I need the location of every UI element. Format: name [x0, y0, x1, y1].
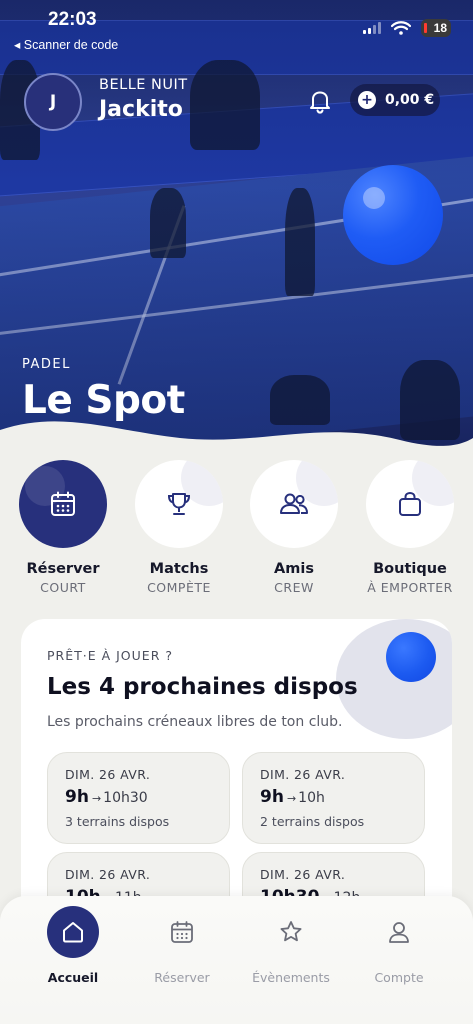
arrow-right-icon: →: [286, 792, 297, 805]
status-time: 22:03: [48, 9, 97, 30]
slot-courts: 2 terrains dispos: [260, 814, 365, 829]
padel-ball-graphic: [343, 165, 443, 265]
home-icon: [63, 922, 83, 943]
padel-ball-graphic: [386, 632, 436, 682]
wallet-balance-button[interactable]: + 0,00 €: [350, 84, 440, 116]
action-title: Amis: [274, 561, 314, 577]
slot-card[interactable]: DIM. 26 AVR. 9h → 10h 2 terrains dispos: [242, 752, 425, 844]
nav-icon-wrapper[interactable]: [47, 906, 99, 958]
action-matchs[interactable]: Matchs COMPÈTE: [133, 460, 225, 595]
action-circle[interactable]: [250, 460, 338, 548]
card-eyebrow: PRÊT·E À JOUER ?: [47, 648, 173, 663]
nav-icon-wrapper[interactable]: [265, 906, 317, 958]
card-title: Les 4 prochaines dispos: [47, 674, 358, 700]
username: Jackito: [99, 97, 183, 122]
nav-icon-wrapper[interactable]: [373, 906, 425, 958]
slot-start: 9h: [260, 787, 284, 807]
trophy-icon: [167, 493, 191, 515]
action-subtitle: COURT: [40, 580, 86, 595]
bell-icon[interactable]: [305, 86, 335, 116]
nav-item-compte[interactable]: Compte: [344, 906, 454, 985]
plus-icon: +: [358, 91, 376, 109]
nav-label: Accueil: [47, 970, 99, 985]
club-sport: PADEL: [22, 357, 71, 372]
action-circle[interactable]: [19, 460, 107, 548]
back-to-app-link[interactable]: ◂ Scanner de code: [14, 37, 118, 52]
nav-item-reserver[interactable]: Réserver: [127, 906, 237, 985]
slot-date: DIM. 26 AVR.: [260, 867, 346, 882]
slot-courts: 3 terrains dispos: [65, 814, 170, 829]
nav-icon-wrapper[interactable]: [156, 906, 208, 958]
nav-item-evenements[interactable]: Évènements: [236, 906, 346, 985]
card-description: Les prochains créneaux libres de ton clu…: [47, 714, 343, 730]
nav-label: Évènements: [252, 970, 330, 985]
slot-date: DIM. 26 AVR.: [65, 767, 151, 782]
star-icon: [280, 921, 302, 942]
battery-indicator: 18: [421, 19, 451, 37]
action-amis[interactable]: Amis CREW: [248, 460, 340, 595]
calendar-icon: [51, 491, 75, 516]
action-title: Matchs: [149, 561, 209, 577]
action-reserver[interactable]: Réserver COURT: [17, 460, 109, 595]
nav-label: Compte: [374, 970, 424, 985]
wallet-amount: 0,00 €: [385, 92, 435, 108]
slot-start: 9h: [65, 787, 89, 807]
action-circle[interactable]: [366, 460, 454, 548]
calendar-icon: [171, 921, 193, 943]
nav-item-accueil[interactable]: Accueil: [18, 906, 128, 985]
avatar[interactable]: J: [24, 73, 82, 131]
action-subtitle: COMPÈTE: [147, 580, 211, 595]
action-title: Réserver: [26, 561, 100, 577]
user-icon: [389, 922, 409, 943]
action-circle[interactable]: [135, 460, 223, 548]
friends-icon: [280, 493, 308, 514]
nav-label: Réserver: [154, 970, 210, 985]
greeting-text: BELLE NUIT: [99, 77, 188, 93]
action-subtitle: À EMPORTER: [367, 580, 453, 595]
bottom-nav: Accueil Réserver Évènements Compte: [0, 896, 473, 1024]
slot-date: DIM. 26 AVR.: [65, 867, 151, 882]
action-title: Boutique: [373, 561, 447, 577]
action-subtitle: CREW: [274, 580, 314, 595]
slot-date: DIM. 26 AVR.: [260, 767, 346, 782]
action-boutique[interactable]: Boutique À EMPORTER: [364, 460, 456, 595]
arrow-right-icon: →: [91, 792, 102, 805]
wifi-icon: [391, 21, 411, 35]
slot-card[interactable]: DIM. 26 AVR. 9h → 10h30 3 terrains dispos: [47, 752, 230, 844]
slot-end: 10h: [298, 790, 325, 806]
slot-end: 10h30: [103, 790, 148, 806]
shopping-bag-icon: [399, 491, 421, 516]
signal-icon: [363, 22, 381, 34]
status-icons: 18: [363, 19, 451, 37]
